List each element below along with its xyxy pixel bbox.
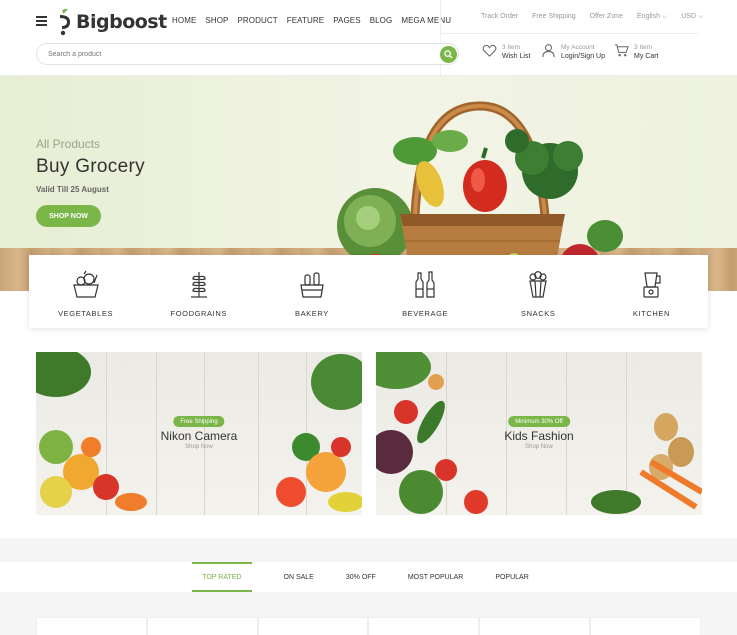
account-link[interactable]: My Account Login/Sign Up	[541, 43, 605, 61]
promo-shop-now-link[interactable]: Shop Now	[376, 444, 702, 450]
promo-title: Nikon Camera	[160, 429, 238, 443]
search-icon	[444, 50, 453, 59]
bottles-icon	[415, 271, 435, 298]
nav-blog[interactable]: BLOG	[370, 16, 393, 25]
promo-banner-kids-fashion[interactable]: Minimum 30% Off Kids Fashion Shop Now	[376, 352, 702, 515]
logo-mark-icon	[60, 8, 70, 36]
tab-top-rated[interactable]: TOP RATED	[192, 562, 252, 592]
cart-icon	[614, 44, 629, 57]
category-kitchen[interactable]: KITCHEN	[595, 255, 708, 328]
hero-valid-date: Valid Till 25 August	[36, 185, 109, 194]
product-card[interactable]	[590, 617, 701, 635]
category-label: SNACKS	[521, 309, 556, 318]
product-card[interactable]	[36, 617, 147, 635]
account-label: Login/Sign Up	[561, 53, 605, 60]
category-beverage[interactable]: BEVERAGE	[369, 255, 482, 328]
product-grid	[36, 617, 701, 635]
shop-now-button[interactable]: SHOP NOW	[36, 205, 101, 227]
popcorn-icon	[529, 271, 547, 298]
promo-title: Kids Fashion	[504, 429, 574, 443]
hero-subtitle: All Products	[36, 137, 101, 151]
promo-badge: Free Shipping	[173, 416, 225, 427]
blender-icon	[643, 272, 662, 298]
top-bar: Track Order Free Shipping Offer Zone Eng…	[440, 0, 703, 34]
wishlist-count: 3 Item	[502, 44, 521, 51]
cart-link[interactable]: 3 Item My Cart	[614, 43, 659, 61]
language-select[interactable]: English ⌵	[637, 13, 667, 21]
cart-count: 3 Item	[634, 44, 653, 51]
hamburger-menu-icon[interactable]	[36, 16, 47, 26]
account-title: My Account	[561, 44, 595, 51]
nav-feature[interactable]: FEATURE	[287, 16, 324, 25]
wishlist-label: Wish List	[502, 53, 531, 60]
category-label: BAKERY	[294, 309, 329, 318]
category-vegetables[interactable]: VEGETABLES	[29, 255, 142, 328]
product-tabs: TOP RATED ON SALE 30% OFF MOST POPULAR P…	[0, 562, 737, 592]
site-header: Bigboost HOME SHOP PRODUCT FEATURE PAGES…	[0, 0, 737, 76]
vegetables-icon	[72, 270, 99, 298]
offer-zone-link[interactable]: Offer Zone	[590, 13, 623, 20]
nav-pages[interactable]: PAGES	[333, 16, 360, 25]
search-button[interactable]	[440, 46, 457, 63]
main-nav: HOME SHOP PRODUCT FEATURE PAGES BLOG MEG…	[172, 16, 460, 25]
category-label: KITCHEN	[632, 309, 670, 318]
bakery-icon	[300, 272, 324, 298]
logo-text: Bigboost	[76, 11, 167, 33]
nav-product[interactable]: PRODUCT	[237, 16, 277, 25]
search-input[interactable]	[48, 48, 428, 61]
tab-30-off[interactable]: 30% OFF	[346, 562, 376, 592]
track-order-link[interactable]: Track Order	[481, 13, 518, 20]
promo-shop-now-link[interactable]: Shop Now	[36, 444, 362, 450]
category-label: FOODGRAINS	[170, 309, 227, 318]
tab-popular[interactable]: POPULAR	[495, 562, 528, 592]
hero-title: Buy Grocery	[36, 156, 145, 177]
user-icon	[542, 44, 555, 58]
heart-icon	[482, 44, 497, 57]
product-card[interactable]	[146, 617, 258, 635]
category-label: VEGETABLES	[58, 309, 114, 318]
free-shipping-link[interactable]: Free Shipping	[532, 13, 576, 20]
nav-home[interactable]: HOME	[172, 16, 196, 25]
product-card[interactable]	[257, 617, 369, 635]
tab-on-sale[interactable]: ON SALE	[284, 562, 314, 592]
product-card[interactable]	[479, 617, 591, 635]
wishlist-link[interactable]: 3 Item Wish List	[482, 43, 530, 61]
wheat-icon	[190, 272, 207, 298]
logo[interactable]: Bigboost	[56, 7, 167, 37]
promo-badge: Minimum 30% Off	[508, 416, 570, 427]
promo-banner-nikon[interactable]: Free Shipping Nikon Camera Shop Now	[36, 352, 362, 515]
nav-shop[interactable]: SHOP	[205, 16, 228, 25]
currency-select[interactable]: USD ⌵	[681, 13, 703, 21]
tab-most-popular[interactable]: MOST POPULAR	[408, 562, 464, 592]
category-strip: VEGETABLES FOODGRAINS BAKERY BEVERAGE SN…	[29, 255, 708, 328]
category-snacks[interactable]: SNACKS	[482, 255, 595, 328]
category-bakery[interactable]: BAKERY	[255, 255, 368, 328]
category-foodgrains[interactable]: FOODGRAINS	[142, 255, 255, 328]
category-label: BEVERAGE	[402, 309, 449, 318]
cart-label: My Cart	[634, 53, 659, 60]
search-bar	[36, 43, 459, 65]
product-card[interactable]	[368, 617, 480, 635]
